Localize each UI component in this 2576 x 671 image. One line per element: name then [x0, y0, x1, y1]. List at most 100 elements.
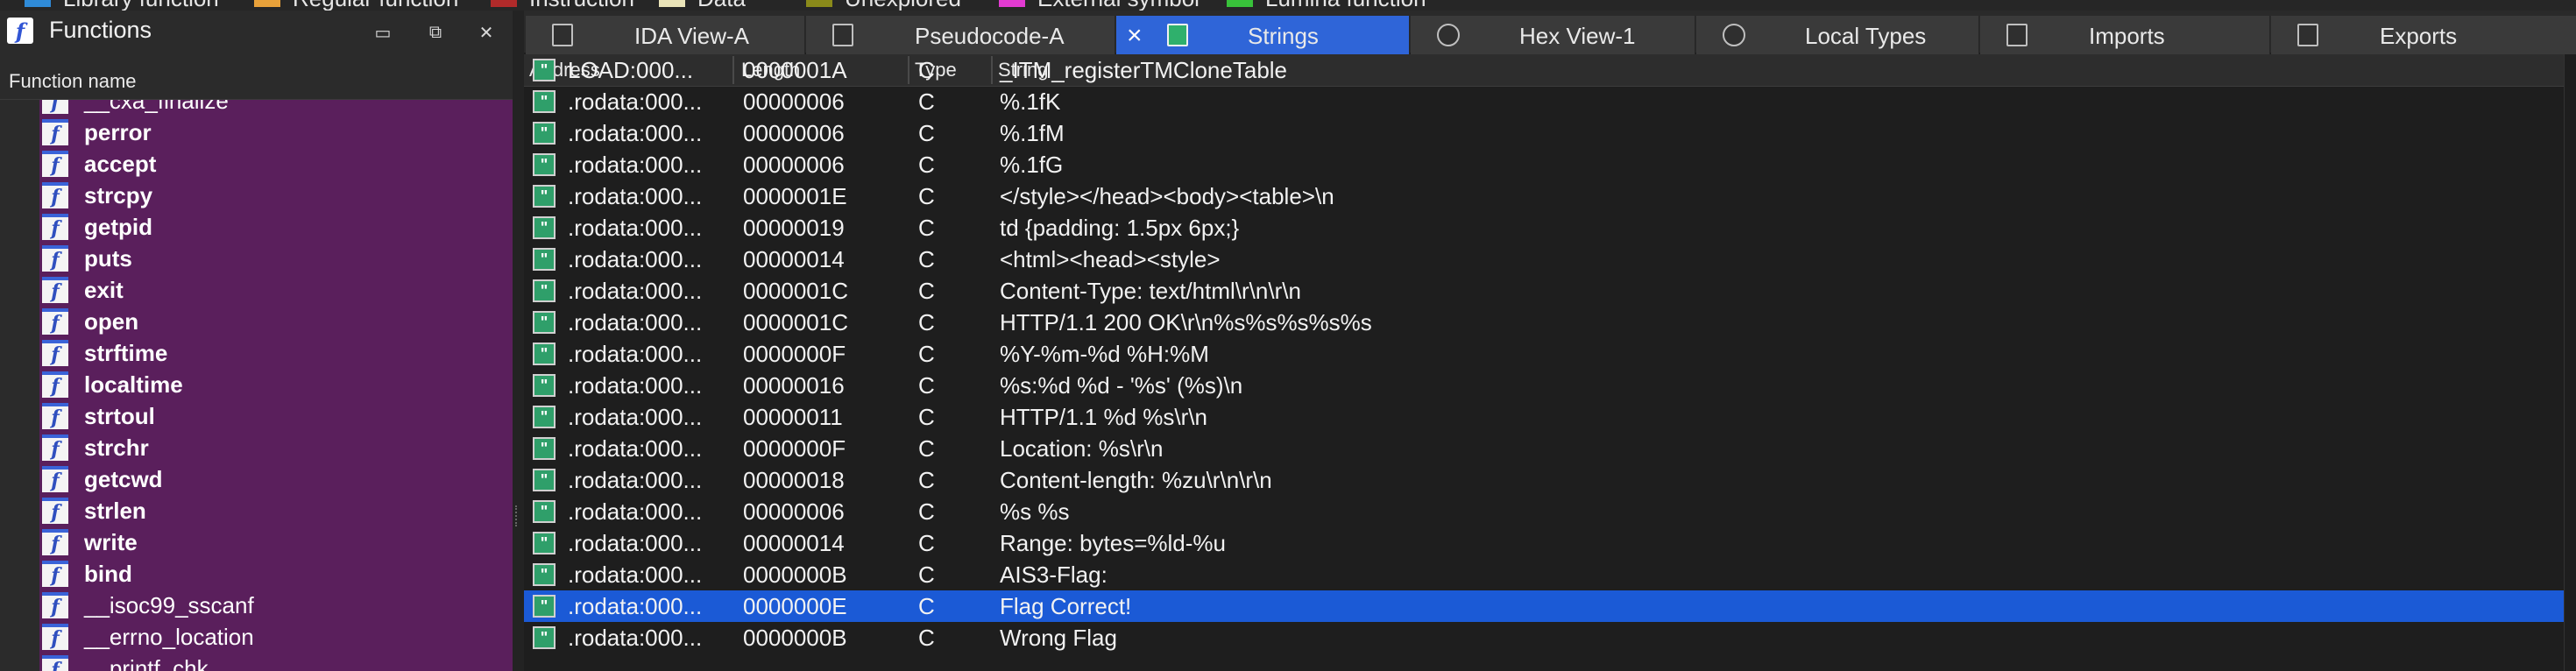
table-row[interactable]: " .rodata:000... 0000001E C </style></head><… [524, 180, 2576, 212]
function-list-item[interactable]: f __errno_location [0, 620, 513, 652]
float-window-icon[interactable]: ⧉ [426, 23, 445, 42]
vertical-scrollbar[interactable] [2564, 54, 2576, 671]
cell-type: C [918, 120, 935, 146]
table-row[interactable]: " .rodata:000... 00000014 C Range: bytes=%ld… [524, 527, 2576, 559]
cell-length: 00000016 [743, 372, 845, 399]
table-row[interactable]: " .rodata:000... 00000006 C %.1fK [524, 86, 2576, 117]
cell-type: C [918, 278, 935, 304]
function-list-item[interactable]: f strftime [0, 336, 513, 368]
cell-string: _ITM_registerTMCloneTable [1000, 57, 1288, 83]
cell-address: .rodata:000... [568, 152, 703, 178]
functions-window: f Functions ▭ ⧉ ✕ Function name f __cxa_f… [0, 11, 513, 671]
function-list-item[interactable]: f write [0, 526, 513, 557]
legend-swatch [806, 0, 832, 7]
tab-ida-view-a[interactable]: IDA View-A [526, 16, 805, 56]
cell-string: Range: bytes=%ld-%u [1000, 530, 1226, 556]
function-icon: f [42, 308, 68, 335]
cell-address: .rodata:000... [568, 183, 703, 209]
string-icon: " [533, 248, 556, 271]
tab-strings[interactable]: × Strings [1116, 16, 1410, 56]
cell-string: HTTP/1.1 200 OK\r\n%s%s%s%s%s [1000, 309, 1372, 336]
function-list-item[interactable]: f __printf_chk [0, 652, 513, 671]
close-icon[interactable]: ✕ [477, 23, 496, 43]
table-row[interactable]: " .rodata:000... 0000001C C Content-Type: te… [524, 275, 2576, 307]
function-list-item[interactable]: f puts [0, 242, 513, 273]
table-row[interactable]: " .rodata:000... 00000006 C %.1fG [524, 149, 2576, 180]
legend-label: Unexplored [845, 0, 961, 11]
cell-length: 0000001A [743, 57, 847, 83]
tab-close-icon[interactable]: × [1127, 21, 1143, 51]
function-list-item[interactable]: f getpid [0, 210, 513, 242]
cell-length: 00000006 [743, 498, 845, 525]
table-row[interactable]: " .rodata:000... 0000000E C Flag Correct! [524, 590, 2576, 622]
table-row[interactable]: " LOAD:000... 0000001A C _ITM_registerTMClon… [524, 54, 2576, 86]
function-list-item[interactable]: f localtime [0, 368, 513, 399]
table-row[interactable]: " .rodata:000... 0000000B C Wrong Flag [524, 622, 2576, 653]
table-row[interactable]: " .rodata:000... 0000000F C Location: %s\r\n [524, 433, 2576, 464]
cell-type: C [918, 404, 935, 430]
table-row[interactable]: " .rodata:000... 00000018 C Content-length: … [524, 464, 2576, 496]
cell-string: Flag Correct! [1000, 593, 1132, 619]
cell-address: .rodata:000... [568, 562, 703, 588]
function-icon: f [42, 277, 68, 303]
function-list-item[interactable]: f strtoul [0, 399, 513, 431]
string-icon: " [533, 90, 556, 113]
legend-item: Data [659, 0, 746, 11]
function-list-item[interactable]: f open [0, 305, 513, 336]
function-list-item[interactable]: f perror [0, 116, 513, 147]
cell-type: C [918, 562, 935, 588]
function-name-column-header[interactable]: Function name [0, 62, 513, 100]
tab-hex-view-1[interactable]: Hex View-1 [1411, 16, 1695, 56]
table-row[interactable]: " .rodata:000... 00000014 C <html><head><sty… [524, 244, 2576, 275]
pane-splitter[interactable] [513, 11, 524, 671]
string-icon: " [533, 343, 556, 365]
tab-exports[interactable]: Exports [2271, 16, 2576, 56]
cell-string: </style></head><body><table>\n [1000, 183, 1334, 209]
function-list-item[interactable]: f __cxa_finalize [0, 100, 513, 116]
cell-type: C [918, 57, 935, 83]
cell-type: C [918, 530, 935, 556]
table-row[interactable]: " .rodata:000... 0000000B C AIS3-Flag: [524, 559, 2576, 590]
cell-type: C [918, 467, 935, 493]
tab-pseudocode-a[interactable]: Pseudocode-A [806, 16, 1115, 56]
function-list-item[interactable]: f accept [0, 147, 513, 179]
cell-string: %Y-%m-%d %H:%M [1000, 341, 1209, 367]
cell-string: Wrong Flag [1000, 625, 1117, 651]
tab-label: Pseudocode-A [915, 23, 1065, 49]
minimize-icon[interactable]: ▭ [373, 23, 393, 43]
tab-bar: IDA View-A Pseudocode-A × Strings Hex View-1… [524, 11, 2576, 56]
function-list-item[interactable]: f bind [0, 557, 513, 589]
table-row[interactable]: " .rodata:000... 0000001C C HTTP/1.1 200 OK\… [524, 307, 2576, 338]
cell-string: %s %s [1000, 498, 1070, 525]
table-row[interactable]: " .rodata:000... 00000016 C %s:%d %d - '%s' … [524, 370, 2576, 401]
tab-imports[interactable]: Imports [1980, 16, 2270, 56]
legend-item: Unexplored [806, 0, 961, 11]
tab-local-types[interactable]: Local Types [1696, 16, 1979, 56]
legend-item: Instruction [491, 0, 634, 11]
cell-length: 00000006 [743, 152, 845, 178]
cell-length: 0000000E [743, 593, 847, 619]
table-row[interactable]: " .rodata:000... 00000019 Ctd {padding: 1.5… [524, 212, 2576, 244]
cell-length: 00000006 [743, 88, 845, 115]
function-icon: f [42, 655, 68, 671]
table-row[interactable]: " .rodata:000... 0000000F C %Y-%m-%d %H:%M [524, 338, 2576, 370]
string-icon: " [533, 626, 556, 649]
functions-titlebar: f Functions ▭ ⧉ ✕ [0, 11, 513, 51]
function-list-item[interactable]: f strlen [0, 494, 513, 526]
function-list-item[interactable]: f strchr [0, 431, 513, 463]
cell-type: C [918, 435, 935, 462]
function-list[interactable]: f __cxa_finalize f perror f accept f strcpy f get… [0, 100, 513, 671]
cell-address: .rodata:000... [568, 593, 703, 619]
cell-address: .rodata:000... [568, 530, 703, 556]
table-row[interactable]: " .rodata:000... 00000011 C HTTP/1.1 %d %s\r… [524, 401, 2576, 433]
function-name: write [84, 529, 138, 555]
function-list-item[interactable]: f __isoc99_sscanf [0, 589, 513, 620]
tab-label: Strings [1248, 23, 1319, 49]
cell-type: C [918, 246, 935, 272]
strings-table[interactable]: Address Length Type String " LOAD:000... 0… [524, 54, 2576, 671]
table-row[interactable]: " .rodata:000... 00000006 C %.1fM [524, 117, 2576, 149]
table-row[interactable]: " .rodata:000... 00000006 C %s %s [524, 496, 2576, 527]
function-list-item[interactable]: f getcwd [0, 463, 513, 494]
function-list-item[interactable]: f strcpy [0, 179, 513, 210]
function-list-item[interactable]: f exit [0, 273, 513, 305]
